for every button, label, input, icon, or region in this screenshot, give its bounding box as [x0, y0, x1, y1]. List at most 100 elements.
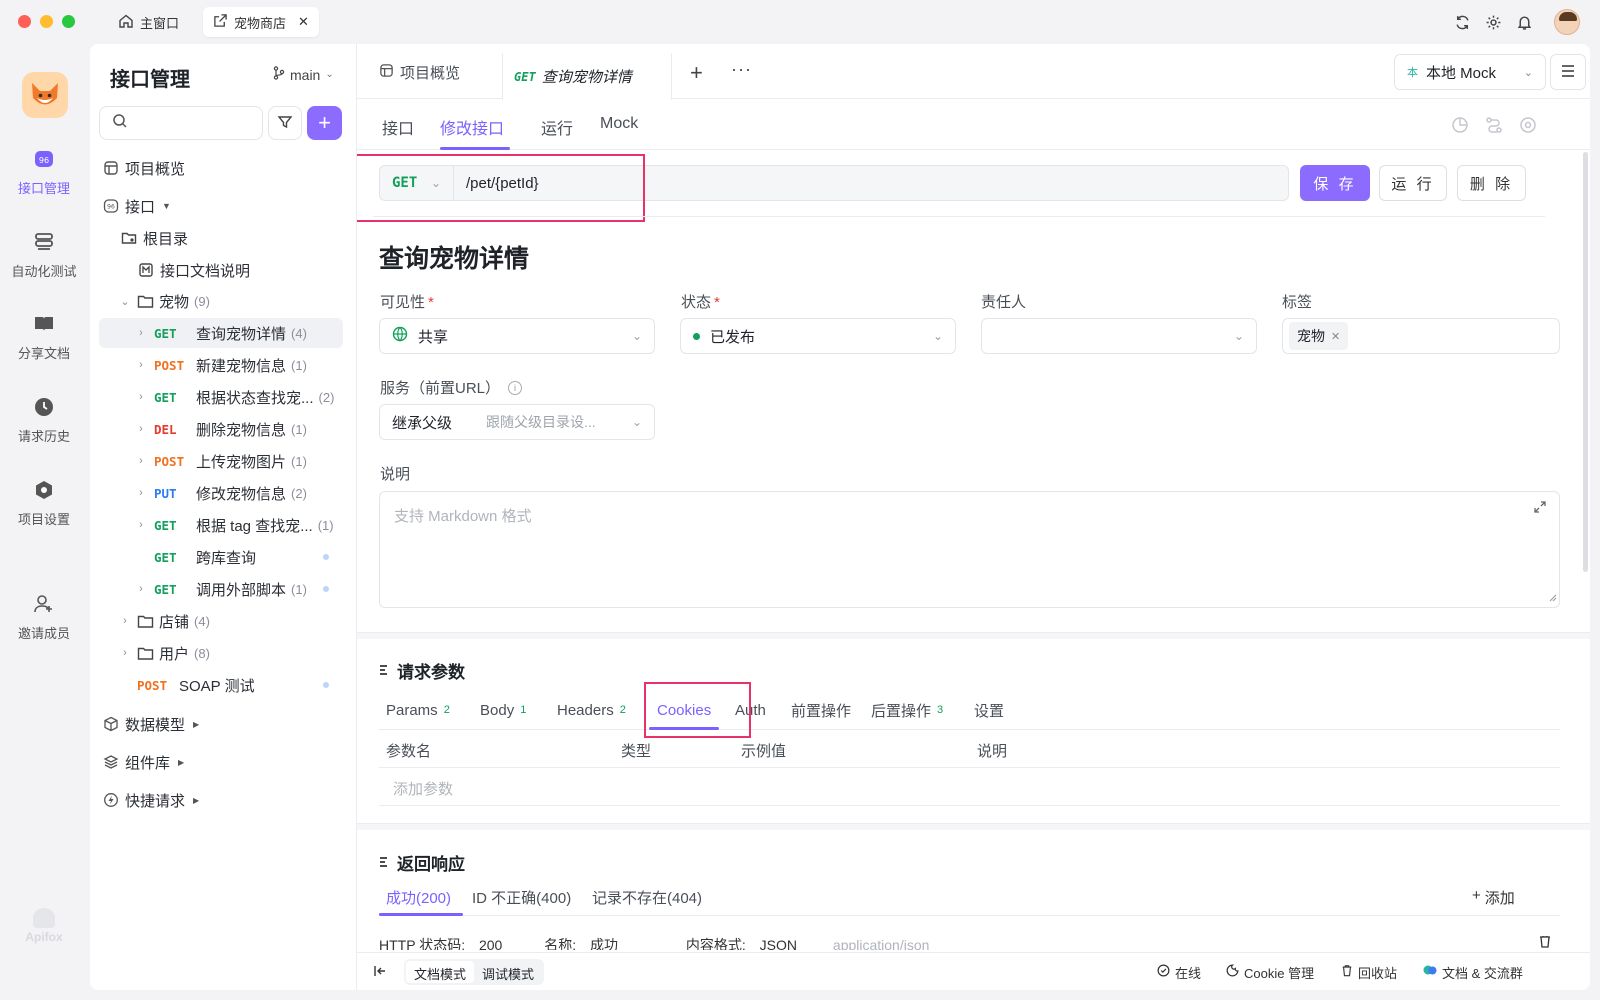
debug-mode-button[interactable]: 调试模式 — [474, 961, 542, 983]
response-tab-404[interactable]: 记录不存在(404) — [592, 887, 702, 908]
rail-request-history[interactable]: 请求历史 — [0, 394, 88, 445]
expand-icon[interactable] — [1533, 500, 1547, 517]
add-button[interactable]: + — [307, 106, 342, 140]
sidebar-item-quick-requests[interactable]: 快捷请求 ▶ — [90, 785, 357, 815]
rail-automation-test[interactable]: 自动化测试 — [0, 229, 88, 280]
user-avatar[interactable] — [1554, 9, 1580, 35]
response-name-value[interactable]: 成功 — [590, 937, 618, 950]
cookie-manager-button[interactable]: Cookie 管理 — [1226, 953, 1314, 990]
trash-icon[interactable] — [1538, 936, 1552, 950]
settings-icon[interactable] — [1519, 116, 1537, 137]
sidebar-item-interfaces[interactable]: 96 接口 ▼ — [90, 191, 357, 221]
column-header-name: 参数名 — [386, 743, 432, 760]
settings-gear-icon[interactable] — [1483, 12, 1503, 32]
new-tab-plus-icon[interactable]: + — [690, 60, 703, 86]
sidebar-endpoint[interactable]: POST SOAP 测试 — [90, 670, 357, 700]
lightning-icon — [102, 792, 120, 808]
doc-mode-button[interactable]: 文档模式 — [406, 961, 475, 983]
status-code-value[interactable]: 200 — [479, 937, 502, 950]
sidebar-folder-stores[interactable]: › 店铺 (4) — [90, 606, 357, 636]
bell-icon[interactable] — [1514, 12, 1534, 32]
filter-button[interactable] — [268, 106, 302, 140]
delete-button[interactable]: 删 除 — [1457, 165, 1526, 201]
menu-button[interactable] — [1550, 54, 1586, 90]
tags-input[interactable]: 宠物 ✕ — [1282, 318, 1560, 354]
project-avatar[interactable] — [22, 72, 68, 118]
sidebar-search-input[interactable] — [99, 106, 263, 140]
collapse-sidebar-icon[interactable] — [373, 964, 387, 981]
resize-handle-icon[interactable] — [1549, 589, 1557, 605]
save-button[interactable]: 保 存 — [1300, 165, 1370, 201]
subtab-mock[interactable]: Mock — [600, 115, 638, 133]
run-button[interactable]: 运 行 — [1379, 165, 1447, 201]
rail-invite-members[interactable]: 邀请成员 — [0, 591, 88, 642]
request-tab-params[interactable]: Params 2 — [386, 690, 450, 730]
online-status[interactable]: 在线 — [1157, 953, 1201, 990]
main-scrollbar[interactable] — [1583, 152, 1588, 572]
doc-tab-overview[interactable]: 项目概览 — [379, 57, 460, 87]
globe-icon — [392, 326, 408, 346]
rail-project-settings[interactable]: 项目设置 — [0, 477, 88, 528]
owner-label: 责任人 — [981, 294, 1027, 311]
branch-selector[interactable]: main ⌄ — [273, 66, 334, 83]
doc-tab-current[interactable]: GET 查询宠物详情 — [502, 53, 672, 100]
visibility-select[interactable]: 共享 ⌄ — [379, 318, 655, 354]
sidebar-endpoint[interactable]: › POST 新建宠物信息 (1) — [90, 350, 357, 380]
environment-selector[interactable]: 本 本地 Mock ⌄ — [1394, 54, 1546, 90]
close-tab-icon[interactable]: ✕ — [298, 14, 309, 30]
sidebar-endpoint[interactable]: › GET 调用外部脚本 (1) — [90, 574, 357, 604]
sidebar-endpoint[interactable]: › GET 根据 tag 查找宠... (1) — [90, 510, 357, 540]
request-tab-pre-ops[interactable]: 前置操作 — [791, 690, 851, 730]
rail-share-docs[interactable]: 分享文档 — [0, 311, 88, 362]
sidebar-endpoint[interactable]: GET 跨库查询 — [90, 542, 357, 572]
sidebar-folder-pets[interactable]: ⌄ 宠物 (9) — [90, 286, 357, 316]
sidebar-endpoint[interactable]: › GET 根据状态查找宠... (2) — [90, 382, 357, 412]
rail-interface-management[interactable]: 96 接口管理 — [0, 146, 88, 197]
method-badge: GET — [154, 581, 177, 597]
trash-bin-button[interactable]: 回收站 — [1341, 953, 1397, 990]
response-tab-200[interactable]: 成功(200) — [386, 887, 451, 908]
sidebar-item-data-models[interactable]: 数据模型 ▶ — [90, 709, 357, 739]
more-tabs-ellipsis-icon[interactable]: ··· — [731, 59, 752, 80]
sidebar-item-root[interactable]: 根目录 — [90, 223, 357, 253]
remove-tag-icon[interactable]: ✕ — [1331, 330, 1340, 343]
sidebar-item-components[interactable]: 组件库 ▶ — [90, 747, 357, 777]
sidebar-item-doc-readme[interactable]: 接口文档说明 — [90, 255, 357, 285]
sidebar-endpoint-active[interactable]: › GET 查询宠物详情 (4) — [99, 318, 343, 348]
content-format-value[interactable]: JSON — [760, 937, 797, 950]
maximize-window-button[interactable] — [62, 15, 75, 28]
request-tab-settings[interactable]: 设置 — [974, 690, 1004, 730]
add-param-row[interactable]: 添加参数 — [379, 768, 1560, 806]
subtab-edit[interactable]: 修改接口 — [440, 115, 504, 139]
info-icon[interactable]: i — [508, 380, 523, 395]
service-select[interactable]: 继承父级 跟随父级目录设... ⌄ — [379, 404, 655, 440]
status-select[interactable]: 已发布 ⌄ — [680, 318, 956, 354]
method-badge: POST — [137, 677, 168, 693]
minimize-window-button[interactable] — [40, 15, 53, 28]
description-textarea[interactable]: 支持 Markdown 格式 — [379, 491, 1560, 608]
request-tab-body[interactable]: Body 1 — [480, 690, 526, 730]
window-tab-home[interactable]: 主窗口 — [108, 7, 189, 37]
sidebar-folder-users[interactable]: › 用户 (8) — [90, 638, 357, 668]
request-tab-headers[interactable]: Headers 2 — [557, 690, 626, 730]
sidebar-item-overview[interactable]: 项目概览 — [90, 153, 357, 183]
chevron-right-icon: › — [139, 487, 143, 499]
sidebar-endpoint[interactable]: › DEL 删除宠物信息 (1) — [90, 414, 357, 444]
subtab-run[interactable]: 运行 — [541, 115, 573, 139]
sidebar-endpoint[interactable]: › POST 上传宠物图片 (1) — [90, 446, 357, 476]
subtab-view[interactable]: 接口 — [382, 115, 414, 139]
hexagon-settings-icon — [31, 477, 57, 503]
add-response-button[interactable]: + 添加 — [1472, 887, 1515, 908]
route-icon[interactable] — [1485, 116, 1503, 137]
pie-chart-icon[interactable] — [1451, 116, 1469, 137]
sidebar-endpoint[interactable]: › PUT 修改宠物信息 (2) — [90, 478, 357, 508]
window-tab-shop[interactable]: 宠物商店 ✕ — [203, 7, 319, 37]
description-placeholder: 支持 Markdown 格式 — [394, 508, 532, 525]
sync-icon[interactable] — [1452, 12, 1472, 32]
response-tab-400[interactable]: ID 不正确(400) — [472, 887, 571, 908]
owner-select[interactable]: ⌄ — [981, 318, 1257, 354]
request-tab-post-ops[interactable]: 后置操作 3 — [871, 690, 943, 730]
close-window-button[interactable] — [18, 15, 31, 28]
docs-community-button[interactable]: 文档 & 交流群 — [1423, 953, 1523, 990]
sidebar-item-label: 宠物 — [159, 293, 190, 311]
